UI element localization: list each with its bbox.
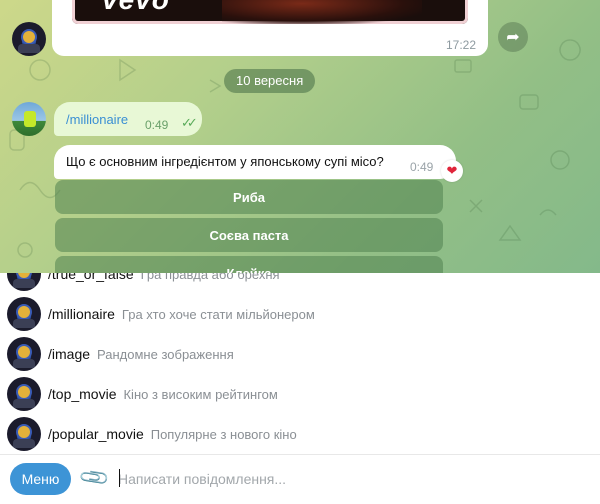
command-name: /popular_movie <box>48 426 144 442</box>
command-description: Кіно з високим рейтингом <box>123 386 278 402</box>
command-description: Популярне з нового кіно <box>150 426 297 442</box>
message-time: 17:22 <box>445 38 476 52</box>
video-thumbnail <box>222 0 422 24</box>
bot-avatar <box>7 417 41 451</box>
video-preview[interactable]: vevo <box>72 0 468 24</box>
command-name: /image <box>48 346 91 362</box>
message-time: 0:49 <box>145 118 169 132</box>
command-description: Рандомне зображення <box>97 346 234 362</box>
previous-message-bubble: vevo 17:22 <box>52 0 488 56</box>
command-name: /millionaire <box>48 306 115 322</box>
command-suggestion-popular-movie[interactable]: /popular_movie Популярне з нового кіно <box>0 414 600 454</box>
question-text: Що є основним інгредієнтом у японському … <box>66 154 384 169</box>
bot-avatar[interactable] <box>12 22 46 56</box>
answer-button-fish[interactable]: Риба <box>55 180 443 214</box>
command-suggestions: /true_or_false Гра правда або брехня /mi… <box>0 273 600 454</box>
command-suggestion-millionaire[interactable]: /millionaire Гра хто хоче стати мільйоне… <box>0 294 600 334</box>
command-suggestion-image[interactable]: /image Рандомне зображення <box>0 334 600 374</box>
command-link[interactable]: /millionaire <box>66 112 128 127</box>
message-time: 0:49 <box>410 160 434 174</box>
message-composer: Меню 📎 <box>0 454 600 504</box>
date-divider: 10 вересня <box>224 69 316 93</box>
command-suggestion-top-movie[interactable]: /top_movie Кіно з високим рейтингом <box>0 374 600 414</box>
menu-button[interactable]: Меню <box>10 463 71 495</box>
command-name: /top_movie <box>48 386 117 402</box>
answer-button-soy-paste[interactable]: Соєва паста <box>55 218 443 252</box>
share-icon[interactable]: ➦ <box>498 22 528 52</box>
paperclip-icon[interactable]: 📎 <box>77 460 114 497</box>
bot-avatar <box>7 337 41 371</box>
command-suggestion-true-or-false[interactable]: /true_or_false Гра правда або брехня <box>0 273 600 294</box>
chat-area: vevo 17:22 ➦ 10 вересня /millionaire 0:4… <box>0 0 600 273</box>
video-logo: vevo <box>102 0 170 16</box>
text-caret <box>119 469 120 487</box>
double-check-icon: ✓✓ <box>181 115 198 130</box>
command-description: Гра хто хоче стати мільйонером <box>121 306 315 322</box>
command-description: Гра правда або брехня <box>140 273 280 282</box>
bot-avatar <box>7 297 41 331</box>
bot-avatar <box>7 273 41 291</box>
user-avatar[interactable] <box>12 102 46 136</box>
heart-reaction-icon[interactable]: ❤ <box>441 160 463 182</box>
command-message-bubble: /millionaire 0:49 ✓✓ <box>54 102 202 136</box>
bot-avatar <box>7 377 41 411</box>
message-input[interactable] <box>118 467 588 491</box>
answer-button-third[interactable]: Клейка <box>55 256 443 273</box>
question-message-bubble: Що є основним інгредієнтом у японському … <box>54 145 456 179</box>
command-name: /true_or_false <box>48 273 134 282</box>
